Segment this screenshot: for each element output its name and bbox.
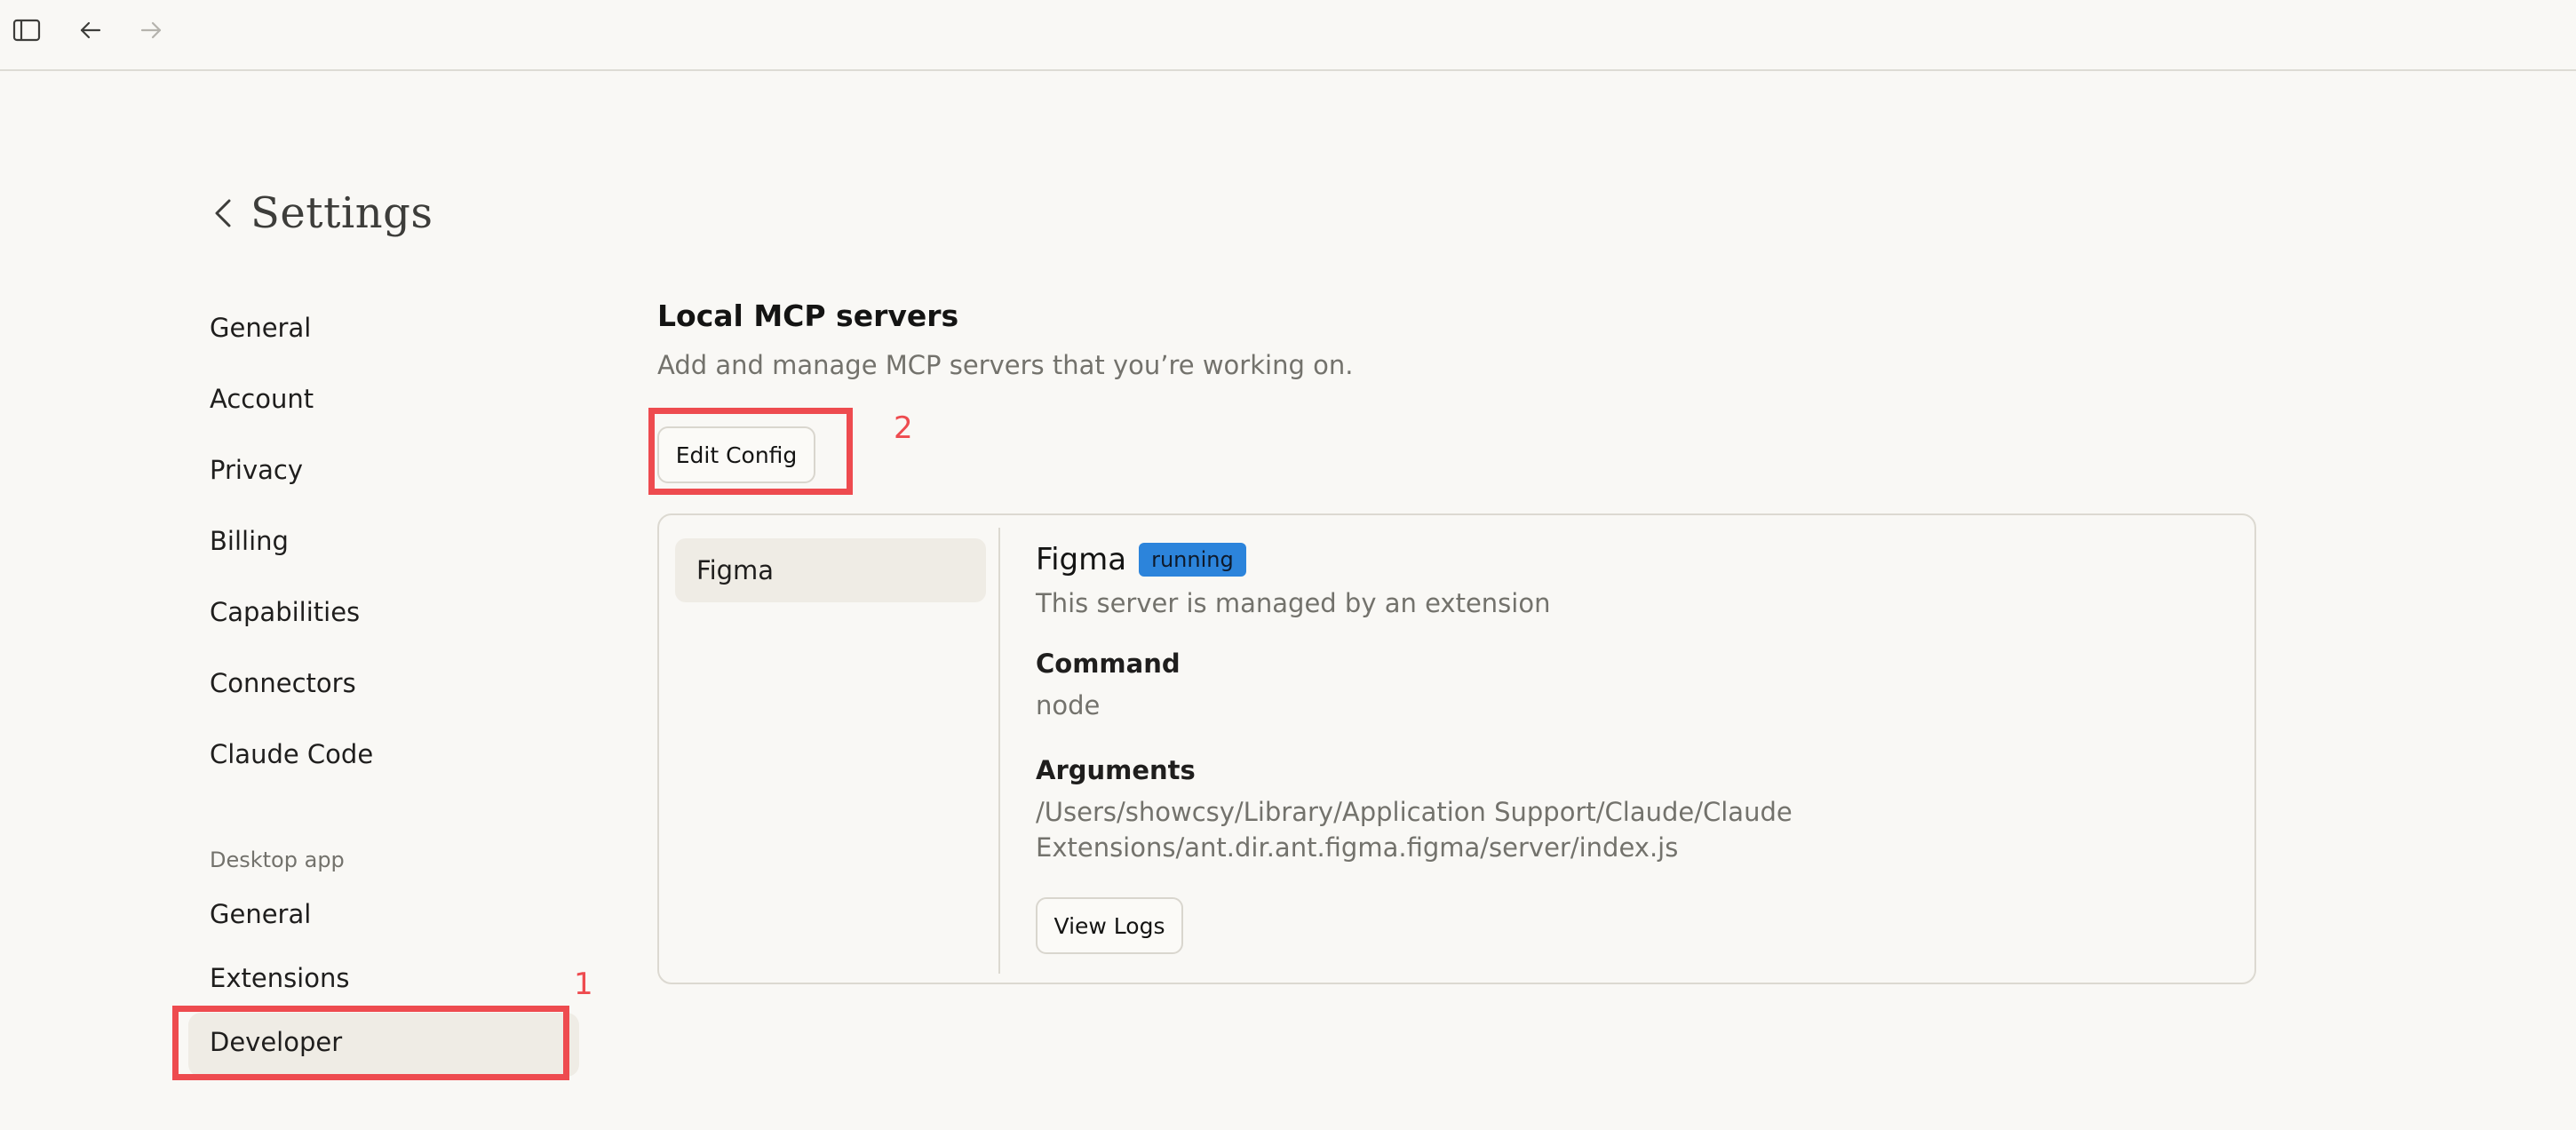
command-label: Command — [1036, 649, 1181, 679]
server-name: Figma — [1036, 542, 1127, 577]
view-logs-button[interactable]: View Logs — [1036, 897, 1183, 954]
server-subtitle: This server is managed by an extension — [1036, 588, 1551, 618]
nav-item-privacy[interactable]: Privacy — [210, 455, 303, 485]
page-title: Settings — [250, 188, 433, 238]
arguments-label: Arguments — [1036, 755, 1196, 785]
chevron-left-icon[interactable] — [204, 187, 240, 240]
edit-config-button[interactable]: Edit Config — [657, 426, 815, 483]
settings-header: Settings — [204, 178, 433, 249]
command-value: node — [1036, 690, 1101, 720]
annotation-number-1: 1 — [574, 967, 593, 1002]
section-description: Add and manage MCP servers that you’re w… — [657, 350, 1354, 380]
status-badge: running — [1139, 543, 1246, 577]
nav-section-desktop-app: Desktop app — [210, 848, 345, 872]
arguments-value-line-2: Extensions/ant.dir.ant.figma.figma/serve… — [1036, 832, 1679, 863]
server-list-item-figma[interactable]: Figma — [675, 538, 986, 602]
section-title: Local MCP servers — [657, 298, 959, 333]
nav-item-developer[interactable]: Developer — [210, 1027, 342, 1057]
title-bar — [0, 0, 2576, 71]
nav-item-claude-code[interactable]: Claude Code — [210, 739, 373, 769]
nav-item-general[interactable]: General — [210, 313, 311, 343]
nav-item-extensions[interactable]: Extensions — [210, 963, 349, 993]
arrow-right-icon[interactable] — [133, 12, 169, 48]
nav-item-billing[interactable]: Billing — [210, 526, 289, 556]
sidebar-toggle-icon[interactable] — [9, 12, 44, 48]
nav-item-capabilities[interactable]: Capabilities — [210, 597, 360, 627]
nav-item-account[interactable]: Account — [210, 384, 314, 414]
server-detail-header: Figma running — [1036, 542, 1246, 577]
arrow-left-icon[interactable] — [73, 12, 108, 48]
nav-item-connectors[interactable]: Connectors — [210, 668, 356, 698]
mcp-server-panel: Figma Figma running This server is manag… — [657, 513, 2256, 984]
arguments-value-line-1: /Users/showcsy/Library/Application Suppo… — [1036, 797, 1793, 827]
panel-divider — [998, 528, 1000, 974]
annotation-number-2: 2 — [894, 410, 913, 446]
nav-item-desktop-general[interactable]: General — [210, 899, 311, 929]
